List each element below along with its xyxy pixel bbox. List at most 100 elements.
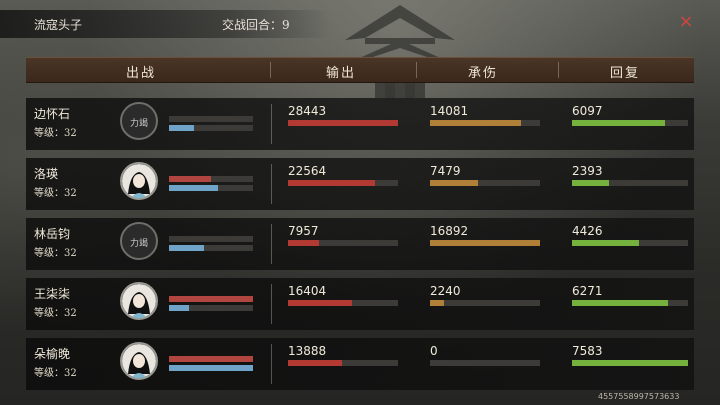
character-avatar[interactable] [120, 342, 158, 380]
mp-fill [169, 305, 190, 311]
damage-taken-bar [430, 360, 540, 366]
heal-value: 6097 [572, 104, 603, 118]
header-divider [270, 62, 271, 78]
header-divider [416, 62, 417, 78]
header-divider [558, 62, 559, 78]
heal-bar [572, 300, 688, 306]
damage-taken-value: 0 [430, 344, 438, 358]
character-row: 边怀石 等级：32 力竭 28443 14081 6097 [26, 98, 694, 150]
heal-value: 6271 [572, 284, 603, 298]
character-level: 等级：32 [34, 188, 77, 199]
mp-bar [169, 305, 253, 311]
damage-taken-bar [430, 120, 540, 126]
damage-taken-fill [430, 120, 522, 126]
hp-fill [169, 356, 253, 362]
damage-taken-value: 7479 [430, 164, 461, 178]
output-fill [288, 300, 352, 306]
column-deploy: 出战 [126, 66, 157, 81]
heal-value: 7583 [572, 344, 603, 358]
heal-fill [572, 240, 640, 246]
output-value: 22564 [288, 164, 327, 178]
output-value: 16404 [288, 284, 327, 298]
heal-bar [572, 120, 688, 126]
damage-taken-fill [430, 240, 540, 246]
output-bar [288, 120, 398, 126]
character-avatar[interactable]: 力竭 [120, 222, 158, 260]
output-bar [288, 360, 398, 366]
character-avatar[interactable] [120, 282, 158, 320]
row-divider [271, 164, 272, 204]
mp-fill [169, 365, 253, 371]
character-row: 林岳钧 等级：32 力竭 7957 16892 4426 [26, 218, 694, 270]
output-bar [288, 240, 398, 246]
damage-taken-value: 14081 [430, 104, 469, 118]
heal-value: 4426 [572, 224, 603, 238]
top-bar: 流寇头子 交战回合：9 × [0, 0, 720, 50]
output-value: 28443 [288, 104, 327, 118]
stats-header: 出战 输出 承伤 回复 [26, 57, 694, 83]
mp-fill [169, 125, 195, 131]
portrait-icon [122, 344, 156, 378]
damage-taken-value: 16892 [430, 224, 469, 238]
output-value: 13888 [288, 344, 327, 358]
hp-bar [169, 356, 253, 362]
portrait-icon [122, 284, 156, 318]
row-divider [271, 284, 272, 324]
row-divider [271, 224, 272, 264]
heal-bar [572, 360, 688, 366]
hp-bar [169, 296, 253, 302]
character-name: 边怀石 [34, 107, 71, 121]
damage-taken-fill [430, 300, 445, 306]
hp-bar [169, 116, 253, 122]
battle-rounds: 交战回合：9 [222, 18, 290, 32]
hp-bar [169, 236, 253, 242]
column-damage-taken: 承伤 [468, 66, 499, 81]
portrait-icon [122, 164, 156, 198]
heal-fill [572, 120, 665, 126]
heal-value: 2393 [572, 164, 603, 178]
close-icon[interactable]: × [676, 12, 696, 32]
output-value: 7957 [288, 224, 319, 238]
enemy-team-name: 流寇头子 [34, 18, 83, 32]
output-bar [288, 300, 398, 306]
player-id: 4557558997573633 [598, 392, 680, 401]
character-row: 朵榆晚 等级：32 13888 0 7583 [26, 338, 694, 390]
mp-fill [169, 245, 205, 251]
character-name: 洛瑛 [34, 167, 59, 181]
character-level: 等级：32 [34, 128, 77, 139]
damage-taken-bar [430, 240, 540, 246]
damage-taken-fill [430, 180, 479, 186]
heal-bar [572, 240, 688, 246]
heal-fill [572, 180, 610, 186]
output-fill [288, 180, 375, 186]
exhausted-tag: 力竭 [129, 239, 148, 249]
output-fill [288, 240, 319, 246]
mp-bar [169, 185, 253, 191]
mp-bar [169, 245, 253, 251]
character-level: 等级：32 [34, 308, 77, 319]
hp-fill [169, 296, 253, 302]
character-name: 林岳钧 [34, 227, 71, 241]
character-name: 朵榆晚 [34, 347, 71, 361]
damage-taken-bar [430, 300, 540, 306]
row-divider [271, 104, 272, 144]
hp-fill [169, 176, 211, 182]
mp-fill [169, 185, 218, 191]
mp-bar [169, 125, 253, 131]
character-avatar[interactable]: 力竭 [120, 102, 158, 140]
mp-bar [169, 365, 253, 371]
character-row: 王柒柒 等级：32 16404 2240 6271 [26, 278, 694, 330]
damage-taken-bar [430, 180, 540, 186]
character-level: 等级：32 [34, 368, 77, 379]
character-level: 等级：32 [34, 248, 77, 259]
column-output: 输出 [326, 66, 357, 81]
column-heal: 回复 [610, 66, 641, 81]
output-bar [288, 180, 398, 186]
character-avatar[interactable] [120, 162, 158, 200]
output-fill [288, 360, 342, 366]
character-name: 王柒柒 [34, 287, 71, 301]
damage-taken-value: 2240 [430, 284, 461, 298]
row-divider [271, 344, 272, 384]
character-row: 洛瑛 等级：32 22564 7479 2393 [26, 158, 694, 210]
heal-fill [572, 360, 688, 366]
